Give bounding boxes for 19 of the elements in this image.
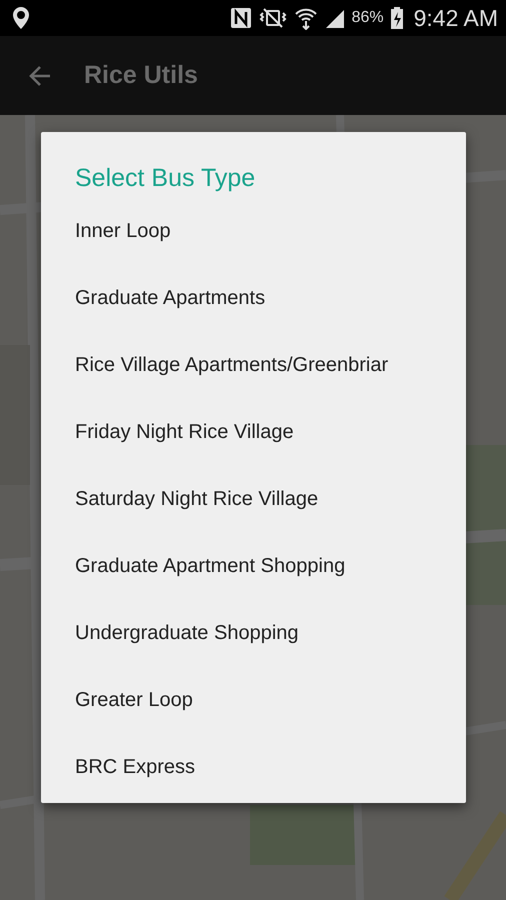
bus-type-option[interactable]: Inner Loop [41, 198, 466, 265]
bus-type-option[interactable]: Saturday Night Rice Village [41, 466, 466, 533]
bus-type-option[interactable]: Undergraduate Shopping [41, 600, 466, 667]
bus-type-option[interactable]: Friday Night Rice Village [41, 399, 466, 466]
vibrate-mute-icon [258, 7, 288, 29]
bus-type-option[interactable]: Rice Village Apartments/Greenbriar [41, 332, 466, 399]
bus-type-option[interactable]: BRC Express [41, 734, 466, 801]
wifi-icon [294, 6, 318, 30]
bus-type-option[interactable]: Graduate Apartment Shopping [41, 533, 466, 600]
clock-time: 9:42 AM [414, 4, 498, 32]
bus-type-option[interactable]: Graduate Apartments [41, 265, 466, 332]
nfc-icon [230, 7, 252, 29]
back-arrow-icon[interactable] [28, 64, 52, 88]
battery-charging-icon [390, 6, 404, 30]
dialog-title: Select Bus Type [74, 163, 256, 194]
bus-type-option[interactable]: Greater Loop [41, 667, 466, 734]
location-pin-icon [12, 6, 30, 30]
app-title: Rice Utils [84, 61, 198, 90]
battery-percent: 86% [352, 9, 384, 27]
